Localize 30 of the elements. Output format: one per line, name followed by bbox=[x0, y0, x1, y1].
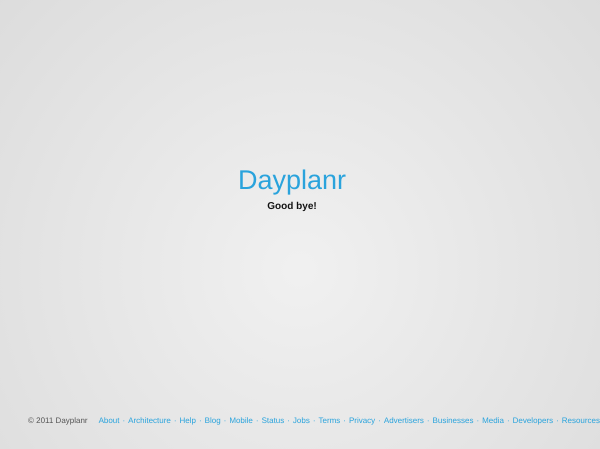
separator-dot: · bbox=[224, 415, 226, 427]
footer-link[interactable]: Media bbox=[482, 415, 504, 427]
separator-dot: · bbox=[343, 415, 346, 427]
goodbye-message: Good bye! bbox=[267, 200, 318, 214]
separator-dot: · bbox=[312, 415, 316, 427]
separator-dot: · bbox=[287, 415, 290, 427]
footer-link[interactable]: Jobs bbox=[292, 415, 310, 427]
footer-link[interactable]: Developers bbox=[512, 415, 554, 427]
separator-dot: · bbox=[476, 415, 480, 427]
separator-dot: · bbox=[256, 415, 259, 427]
footer-link[interactable]: Terms bbox=[318, 415, 340, 427]
footer-link[interactable]: Privacy bbox=[348, 415, 376, 427]
separator-dot: · bbox=[378, 415, 381, 427]
footer-link[interactable]: About bbox=[98, 415, 120, 427]
separator-dot: · bbox=[506, 415, 510, 427]
separator-dot: · bbox=[426, 415, 430, 427]
separator-dot: · bbox=[122, 415, 126, 427]
logo-title: Dayplanr bbox=[238, 164, 348, 197]
separator-dot: · bbox=[174, 415, 176, 427]
footer-link[interactable]: Resources bbox=[562, 415, 600, 427]
footer-link[interactable]: Blog bbox=[204, 415, 221, 427]
separator-dot: · bbox=[198, 415, 202, 427]
footer-link[interactable]: Architecture bbox=[128, 415, 171, 427]
footer-link[interactable]: Help bbox=[180, 415, 196, 427]
copyright-text: © 2011 Dayplanr bbox=[28, 415, 89, 427]
footer-link[interactable]: Advertisers bbox=[384, 415, 424, 427]
separator-dot: · bbox=[556, 415, 559, 427]
footer-link[interactable]: Mobile bbox=[229, 415, 253, 427]
footer-link[interactable]: Businesses bbox=[432, 415, 474, 427]
footer-link[interactable]: Status bbox=[262, 415, 284, 427]
